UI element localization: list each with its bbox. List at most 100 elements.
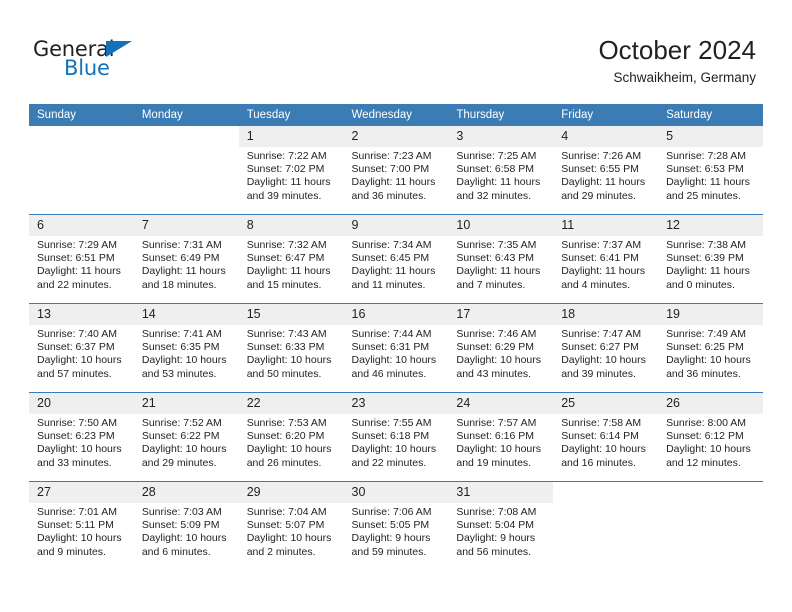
day-cell[interactable]: 8 Sunrise: 7:32 AM Sunset: 6:47 PM Daylight…	[238, 214, 344, 304]
day-details: Sunrise: 7:37 AM Sunset: 6:41 PM Daylight:…	[553, 236, 658, 292]
day-detail-line: Daylight: 10 hours	[666, 354, 751, 367]
weekday-header-saturday: Saturday	[658, 104, 763, 126]
day-cell[interactable]: 11 Sunrise: 7:37 AM Sunset: 6:41 PM Dayligh…	[553, 214, 659, 304]
day-detail-line: Sunset: 6:25 PM	[666, 341, 744, 354]
day-number: 12	[658, 215, 763, 236]
day-cell[interactable]: 19 Sunrise: 7:49 AM Sunset: 6:25 PM Dayligh…	[658, 303, 763, 393]
day-detail-line: Daylight: 11 hours	[666, 176, 750, 189]
day-details: Sunrise: 7:57 AM Sunset: 6:16 PM Daylight:…	[448, 414, 553, 470]
day-detail-line: Sunset: 6:45 PM	[351, 252, 430, 265]
day-cell[interactable]: 14 Sunrise: 7:41 AM Sunset: 6:35 PM Dayligh…	[133, 303, 239, 393]
day-cell[interactable]: 25 Sunrise: 7:58 AM Sunset: 6:14 PM Dayligh…	[553, 392, 659, 482]
day-detail-line: Sunset: 6:23 PM	[37, 430, 115, 443]
day-number	[553, 482, 658, 503]
day-detail-line: Sunset: 6:55 PM	[561, 163, 639, 176]
day-detail-line: and 43 minutes.	[456, 367, 532, 380]
day-cell[interactable]: 9 Sunrise: 7:34 AM Sunset: 6:45 PM Daylight…	[343, 214, 449, 304]
day-detail-line: Sunset: 6:53 PM	[666, 163, 744, 176]
day-detail-line: and 6 minutes.	[141, 545, 211, 558]
day-cell-empty	[29, 126, 134, 215]
day-detail-line: Sunrise: 7:46 AM	[456, 328, 537, 340]
day-detail-line: Daylight: 11 hours	[666, 265, 750, 278]
day-detail-line: Sunset: 6:47 PM	[246, 252, 325, 265]
day-detail-line: and 59 minutes.	[351, 545, 427, 558]
general-blue-logo[interactable]: General Blue	[33, 38, 213, 86]
day-detail-line: Sunrise: 7:44 AM	[351, 328, 432, 340]
day-detail-line: and 50 minutes.	[246, 367, 322, 380]
day-details: Sunrise: 7:41 AM Sunset: 6:35 PM Daylight:…	[134, 325, 239, 381]
day-details: Sunrise: 7:04 AM Sunset: 5:07 PM Daylight:…	[239, 503, 344, 559]
day-cell[interactable]: 21 Sunrise: 7:52 AM Sunset: 6:22 PM Dayligh…	[133, 392, 239, 482]
day-cell[interactable]: 15 Sunrise: 7:43 AM Sunset: 6:33 PM Dayligh…	[238, 303, 344, 393]
day-detail-line: Sunrise: 7:29 AM	[37, 239, 117, 251]
weekday-header-monday: Monday	[133, 104, 239, 126]
day-details: Sunrise: 7:29 AM Sunset: 6:51 PM Daylight:…	[29, 236, 134, 292]
day-detail-line: Sunrise: 7:31 AM	[141, 239, 222, 251]
day-cell[interactable]: 27 Sunrise: 7:01 AM Sunset: 5:11 PM Dayligh…	[29, 481, 134, 570]
day-detail-line: Sunset: 6:33 PM	[246, 341, 325, 354]
day-detail-line: Daylight: 10 hours	[37, 532, 122, 545]
triangle-icon	[106, 41, 132, 57]
day-detail-line: Sunrise: 7:41 AM	[141, 328, 222, 340]
day-cell[interactable]: 29 Sunrise: 7:04 AM Sunset: 5:07 PM Dayligh…	[238, 481, 344, 570]
day-detail-line: Sunset: 6:31 PM	[351, 341, 430, 354]
day-cell[interactable]: 1 Sunrise: 7:22 AM Sunset: 7:02 PM Daylight…	[238, 126, 344, 215]
day-details: Sunrise: 7:34 AM Sunset: 6:45 PM Daylight:…	[344, 236, 449, 292]
day-detail-line: Sunrise: 7:55 AM	[351, 417, 432, 429]
day-detail-line: Daylight: 10 hours	[141, 443, 227, 456]
day-detail-line: and 22 minutes.	[37, 278, 112, 291]
day-cell[interactable]: 16 Sunrise: 7:44 AM Sunset: 6:31 PM Dayligh…	[343, 303, 449, 393]
day-detail-line: Sunset: 5:05 PM	[351, 519, 430, 532]
day-cell[interactable]: 10 Sunrise: 7:35 AM Sunset: 6:43 PM Dayligh…	[448, 214, 554, 304]
calendar-week-row: 27 Sunrise: 7:01 AM Sunset: 5:11 PM Dayligh…	[29, 481, 763, 570]
day-details	[658, 503, 763, 506]
calendar-week-row: 6 Sunrise: 7:29 AM Sunset: 6:51 PM Daylight…	[29, 214, 763, 304]
calendar-week-row: 20 Sunrise: 7:50 AM Sunset: 6:23 PM Dayligh…	[29, 392, 763, 482]
day-cell[interactable]: 17 Sunrise: 7:46 AM Sunset: 6:29 PM Dayligh…	[448, 303, 554, 393]
calendar-table: Sunday Monday Tuesday Wednesday Thursday Frid…	[29, 104, 763, 570]
day-cell[interactable]: 20 Sunrise: 7:50 AM Sunset: 6:23 PM Dayligh…	[29, 392, 134, 482]
day-detail-line: Sunrise: 8:00 AM	[666, 417, 747, 429]
day-cell[interactable]: 28 Sunrise: 7:03 AM Sunset: 5:09 PM Dayligh…	[133, 481, 239, 570]
day-detail-line: and 11 minutes.	[351, 278, 426, 291]
page-subtitle: Schwaikheim, Germany	[613, 70, 756, 85]
day-cell[interactable]: 30 Sunrise: 7:06 AM Sunset: 5:05 PM Dayligh…	[343, 481, 449, 570]
weekday-header-tuesday: Tuesday	[238, 104, 344, 126]
day-cell[interactable]: 3 Sunrise: 7:25 AM Sunset: 6:58 PM Daylight…	[448, 126, 554, 215]
day-cell[interactable]: 7 Sunrise: 7:31 AM Sunset: 6:49 PM Daylight…	[133, 214, 239, 304]
day-detail-line: Sunset: 6:43 PM	[456, 252, 535, 265]
day-detail-line: Sunrise: 7:35 AM	[456, 239, 537, 251]
day-cell[interactable]: 23 Sunrise: 7:55 AM Sunset: 6:18 PM Dayligh…	[343, 392, 449, 482]
day-detail-line: Sunrise: 7:58 AM	[561, 417, 642, 429]
day-detail-line: Sunset: 6:51 PM	[37, 252, 115, 265]
day-detail-line: and 29 minutes.	[561, 189, 636, 202]
weekday-header-thursday: Thursday	[448, 104, 554, 126]
day-cell[interactable]: 26 Sunrise: 8:00 AM Sunset: 6:12 PM Dayligh…	[658, 392, 763, 482]
day-cell[interactable]: 4 Sunrise: 7:26 AM Sunset: 6:55 PM Daylight…	[553, 126, 659, 215]
day-detail-line: Sunset: 7:02 PM	[246, 163, 325, 176]
day-detail-line: Sunset: 5:07 PM	[246, 519, 325, 532]
day-cell[interactable]: 31 Sunrise: 7:08 AM Sunset: 5:04 PM Dayligh…	[448, 481, 554, 570]
day-cell[interactable]: 5 Sunrise: 7:28 AM Sunset: 6:53 PM Daylight…	[658, 126, 763, 215]
day-detail-line: and 16 minutes.	[561, 456, 636, 469]
day-number: 9	[343, 215, 449, 236]
day-detail-line: and 7 minutes.	[456, 278, 526, 291]
day-number: 20	[29, 393, 134, 414]
day-number: 3	[448, 126, 554, 147]
day-cell[interactable]: 2 Sunrise: 7:23 AM Sunset: 7:00 PM Daylight…	[343, 126, 449, 215]
day-detail-line: Sunset: 6:35 PM	[141, 341, 220, 354]
day-number	[658, 482, 763, 503]
day-detail-line: Sunrise: 7:37 AM	[561, 239, 642, 251]
day-cell[interactable]: 18 Sunrise: 7:47 AM Sunset: 6:27 PM Dayligh…	[553, 303, 659, 393]
day-detail-line: Daylight: 11 hours	[561, 265, 646, 278]
day-cell[interactable]: 6 Sunrise: 7:29 AM Sunset: 6:51 PM Daylight…	[29, 214, 134, 304]
day-detail-line: and 53 minutes.	[141, 367, 217, 380]
day-detail-line: Sunrise: 7:57 AM	[456, 417, 537, 429]
day-cell[interactable]: 24 Sunrise: 7:57 AM Sunset: 6:16 PM Dayligh…	[448, 392, 554, 482]
day-cell[interactable]: 13 Sunrise: 7:40 AM Sunset: 6:37 PM Dayligh…	[29, 303, 134, 393]
day-cell[interactable]: 22 Sunrise: 7:53 AM Sunset: 6:20 PM Dayligh…	[238, 392, 344, 482]
day-number: 16	[343, 304, 449, 325]
day-detail-line: and 19 minutes.	[456, 456, 532, 469]
day-detail-line: Sunset: 6:37 PM	[37, 341, 115, 354]
day-cell[interactable]: 12 Sunrise: 7:38 AM Sunset: 6:39 PM Dayligh…	[658, 214, 763, 304]
